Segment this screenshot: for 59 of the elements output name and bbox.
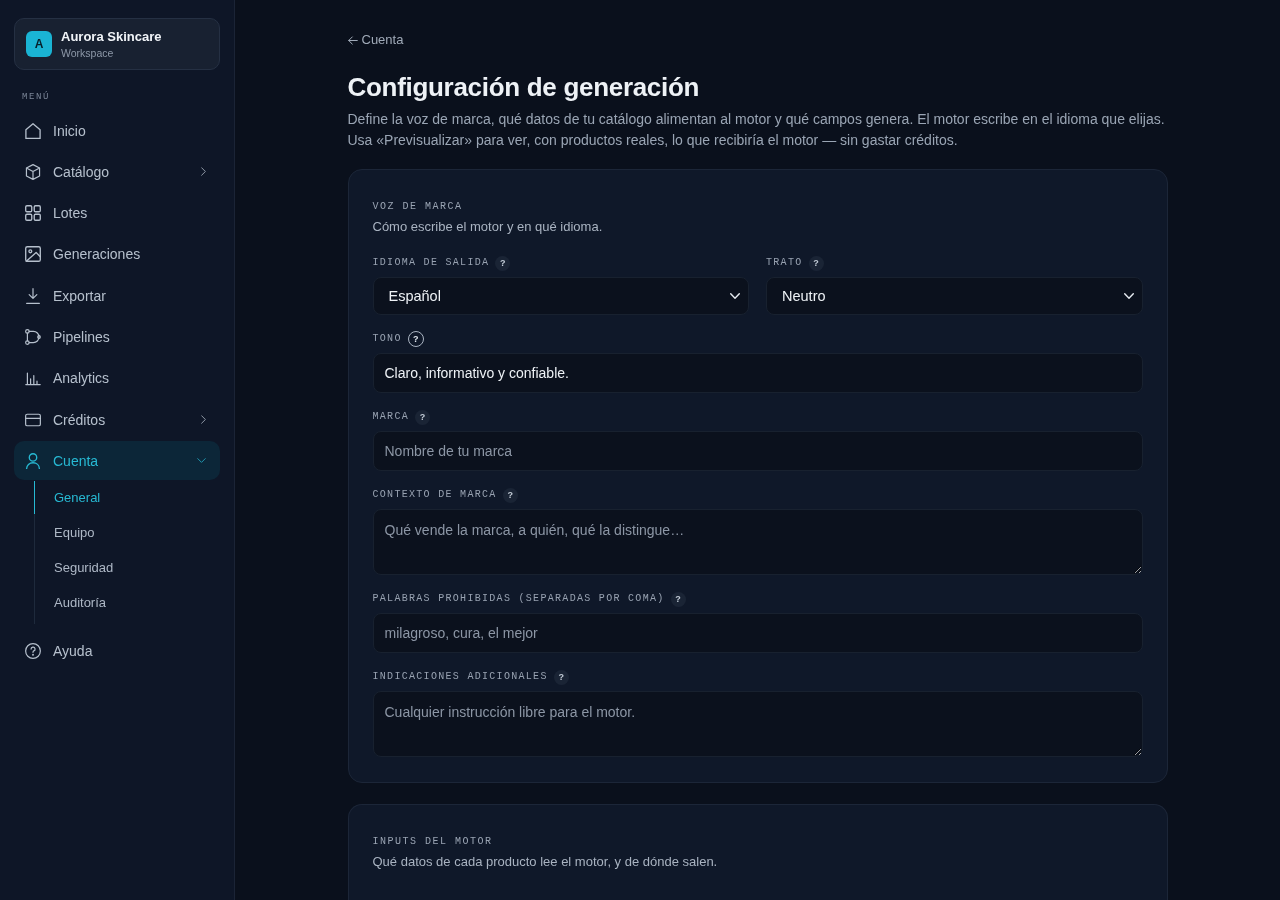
field-label: PALABRAS PROHIBIDAS (SEPARADAS POR COMA) [372, 592, 665, 606]
text-area[interactable]: Qué vende la marca, a quién, qué la distingue… [372, 509, 1143, 575]
nav-item[interactable]: Inicio [14, 111, 220, 150]
home-icon [25, 122, 41, 139]
credit-card-icon [25, 411, 41, 428]
menu-heading: MENÚ [21, 90, 50, 104]
field-label: TRATO [766, 256, 803, 270]
help-button[interactable]: ? [415, 409, 430, 425]
nav-subitem[interactable]: General [34, 480, 220, 514]
help-icon [25, 643, 41, 660]
download-icon [25, 287, 41, 304]
nav-item[interactable]: Catálogo [14, 152, 220, 192]
nav-item[interactable]: Créditos [14, 400, 220, 440]
section-title: INPUTS DEL MOTOR [372, 835, 493, 849]
nav-item[interactable]: Ayuda [14, 631, 220, 671]
help-button[interactable]: ? [808, 255, 824, 271]
text-area[interactable]: Cualquier instrucción libre para el motor. [372, 691, 1143, 757]
help-button[interactable]: ? [502, 487, 518, 503]
cube-icon [25, 163, 41, 180]
nav-item[interactable]: Generaciones [14, 234, 220, 274]
section-title: VOZ DE MARCA [372, 200, 463, 214]
help-button[interactable]: ? [553, 669, 569, 685]
input-field[interactable]: milagroso, cura, el mejor [372, 613, 1143, 653]
help-button[interactable]: ? [670, 591, 686, 607]
input-field[interactable]: Nombre de tu marca [372, 431, 1143, 471]
nav-item[interactable]: Exportar [14, 276, 220, 316]
back-link[interactable]: Cuenta [347, 32, 404, 48]
select-field[interactable]: Neutro [766, 277, 1143, 315]
nav-subitem[interactable]: Seguridad [34, 550, 220, 584]
field-label: TONO [372, 332, 402, 346]
chevron-down-icon [1123, 293, 1134, 299]
nav-subitem[interactable]: Auditoría [34, 585, 220, 619]
bar-chart-icon [25, 370, 41, 387]
page-description: Define la voz de marca, qué datos de tu catálogo alimentan al motor y qué campos genera. El motor escribe en el idioma que elijas. Usa «Previsualizar» para ver, con productos reales, lo que recibiría el motor — sin gastar créditos. [347, 110, 1166, 150]
nav-item[interactable]: Cuenta [14, 441, 220, 481]
nav-item[interactable]: Lotes [14, 193, 220, 233]
nav-item[interactable]: Pipelines [14, 317, 220, 357]
workspace-switcher[interactable]: A Aurora Skincare Workspace [14, 18, 220, 70]
field-label: CONTEXTO DE MARCA [372, 488, 497, 502]
nav-subitem[interactable]: Equipo [34, 515, 220, 549]
help-button[interactable]: ? [495, 255, 511, 271]
page-title: Configuración de generación [347, 71, 701, 104]
grid-icon [25, 205, 41, 222]
arrow-left-icon [347, 35, 358, 45]
nav-item[interactable]: Analytics [14, 358, 220, 398]
field-label: IDIOMA DE SALIDA [372, 256, 490, 270]
input-field[interactable]: Claro, informativo y confiable. [372, 353, 1143, 393]
field-label: MARCA [372, 410, 409, 424]
workspace-label: Workspace [61, 45, 115, 60]
image-icon [25, 246, 41, 263]
section-subtitle: Cómo escribe el motor y en qué idioma. [372, 218, 604, 236]
select-field[interactable]: Español [372, 277, 749, 315]
field-label: INDICACIONES ADICIONALES [372, 670, 548, 684]
user-icon [25, 452, 41, 469]
workspace-name: Aurora Skincare [61, 28, 162, 45]
workspace-initial: A [26, 31, 52, 57]
chevron-down-icon [730, 293, 740, 299]
section-subtitle: Qué datos de cada producto lee el motor, y de dónde salen. [372, 853, 719, 871]
flow-icon [25, 329, 41, 345]
